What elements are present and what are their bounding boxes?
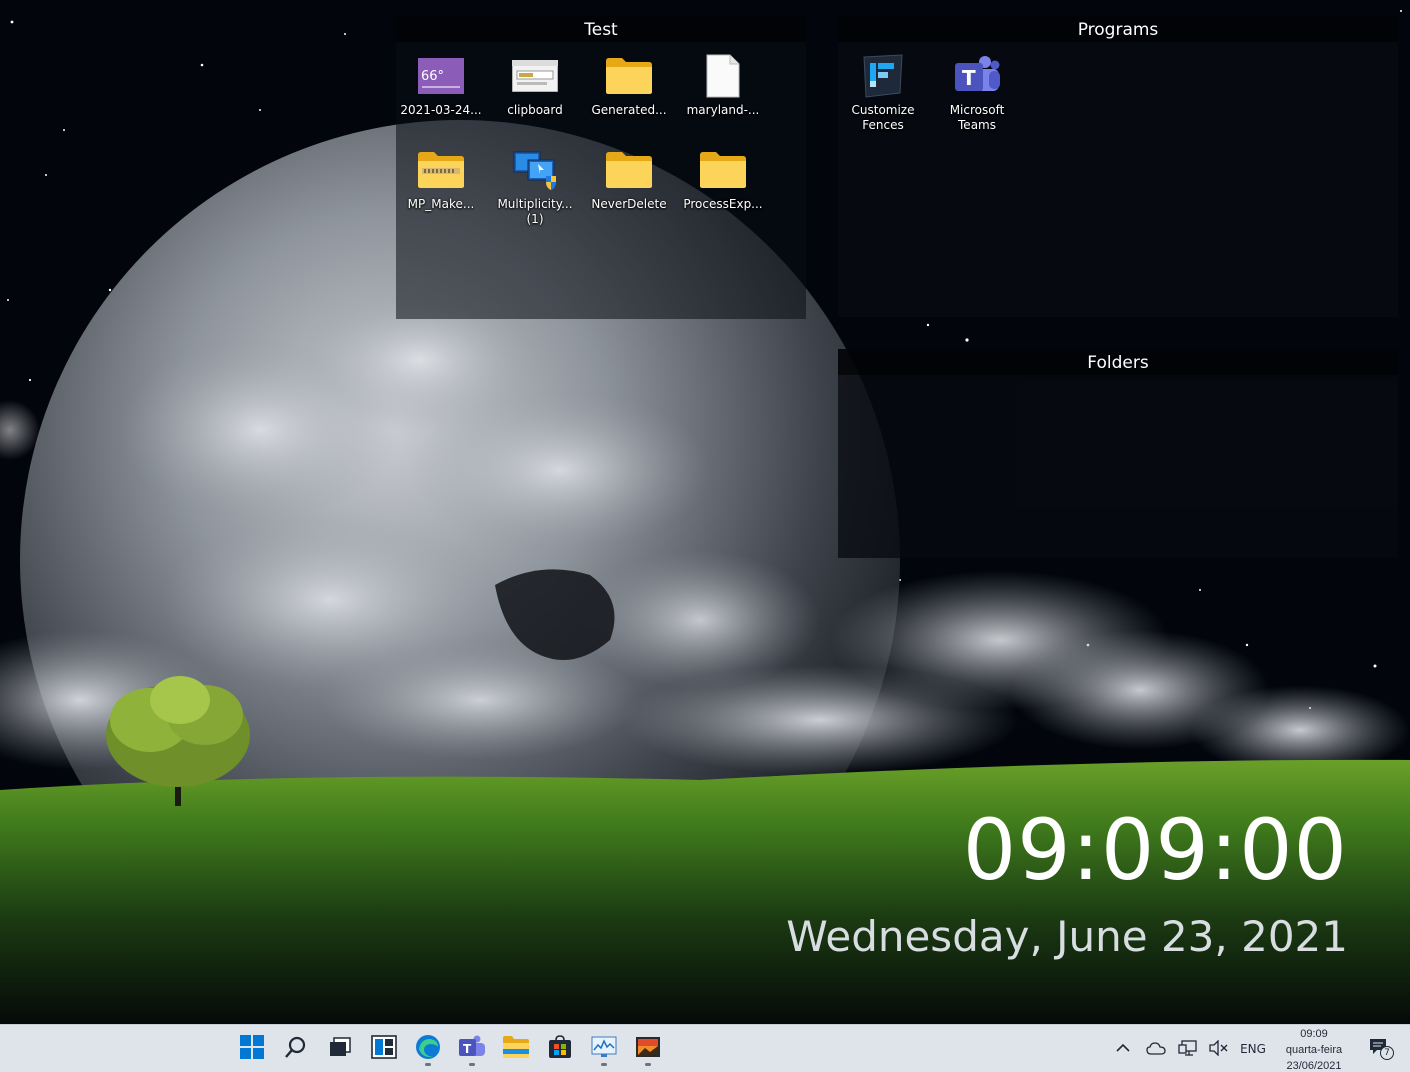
folder-icon: [699, 146, 747, 194]
network-icon: [1178, 1039, 1198, 1060]
notification-count-badge: 7: [1380, 1046, 1394, 1060]
edge-icon: [415, 1034, 441, 1064]
fence-title[interactable]: Programs: [838, 16, 1398, 42]
cloud-icon: [1146, 1041, 1166, 1058]
teams-icon: T: [458, 1034, 486, 1064]
multiplicity-installer-icon: [511, 146, 559, 194]
desktop-icon-microsoft-teams[interactable]: T Microsoft Teams: [934, 52, 1020, 133]
desktop-icon-label: Microsoft Teams: [949, 103, 1005, 132]
desktop-icon-label: 2021-03-24...: [400, 103, 482, 117]
desktop-icon-label: NeverDelete: [591, 197, 667, 211]
desktop-icon-label: ProcessExp...: [683, 197, 763, 211]
desktop-icon-mp-make[interactable]: MP_Make...: [398, 146, 484, 212]
folder-icon: [503, 1036, 529, 1062]
tray-day: quarta-feira: [1285, 1044, 1343, 1056]
blank-file-icon: [699, 52, 747, 100]
desktop-icon-label: MP_Make...: [407, 197, 475, 211]
photos-button[interactable]: [628, 1029, 668, 1069]
thumbnail-temp-text: 66°: [421, 69, 444, 84]
notification-icon: 7: [1368, 1036, 1394, 1060]
desktop-clock-time: 09:09:00: [962, 801, 1348, 899]
task-view-icon: [328, 1035, 352, 1063]
desktop-icon-maryland[interactable]: maryland-...: [680, 52, 766, 118]
widgets-button[interactable]: [364, 1029, 404, 1069]
teams-icon: T: [953, 52, 1001, 100]
search-icon: [284, 1035, 308, 1063]
search-button[interactable]: [276, 1029, 316, 1069]
fence-title[interactable]: Folders: [838, 349, 1398, 375]
store-button[interactable]: [540, 1029, 580, 1069]
edge-button[interactable]: [408, 1029, 448, 1069]
desktop-icon-customize-fences[interactable]: Customize Fences: [840, 52, 926, 133]
desktop-icon-processexp[interactable]: ProcessExp...: [680, 146, 766, 212]
svg-text:T: T: [463, 1042, 472, 1056]
desktop-icon-multiplicity[interactable]: Multiplicity... (1): [492, 146, 578, 227]
fence-folders[interactable]: Folders: [838, 349, 1398, 558]
desktop-icon-neverdelete[interactable]: NeverDelete: [586, 146, 672, 212]
running-indicator: [469, 1063, 475, 1066]
folder-icon: [605, 146, 653, 194]
desktop-icon-screenshot[interactable]: 66° 2021-03-24...: [398, 52, 484, 118]
desktop-icon-label: Generated...: [591, 103, 667, 117]
desktop-icon-generated[interactable]: Generated...: [586, 52, 672, 118]
screenshot-thumbnail-icon: 66°: [417, 52, 465, 100]
tray-time: 09:09: [1300, 1028, 1328, 1040]
fence-programs[interactable]: Programs Customize Fences T Microsoft Te…: [838, 16, 1398, 317]
tray-date: 23/06/2021: [1286, 1060, 1342, 1072]
network-tray-button[interactable]: [1176, 1037, 1200, 1061]
zip-folder-icon: [417, 146, 465, 194]
store-icon: [548, 1035, 572, 1063]
clipboard-app-icon: [511, 52, 559, 100]
desktop-icon-clipboard[interactable]: clipboard: [492, 52, 578, 118]
onedrive-tray-button[interactable]: [1144, 1037, 1168, 1061]
folder-icon: [605, 52, 653, 100]
running-indicator: [645, 1063, 651, 1066]
tray-clock[interactable]: 09:09 quarta-feira 23/06/2021: [1276, 1026, 1352, 1072]
teams-button[interactable]: T: [452, 1029, 492, 1069]
start-button[interactable]: [232, 1029, 272, 1069]
windows-logo-icon: [240, 1035, 264, 1063]
fences-app-icon: [859, 52, 907, 100]
file-explorer-button[interactable]: [496, 1029, 536, 1069]
photos-icon: [635, 1036, 661, 1062]
fence-test[interactable]: Test 66° 2021-03-24... clipboard Generat…: [396, 16, 806, 319]
task-view-button[interactable]: [320, 1029, 360, 1069]
input-language-button[interactable]: ENG: [1236, 1037, 1270, 1061]
monitor-chart-icon: [591, 1036, 617, 1062]
desktop-icon-label: clipboard: [507, 103, 563, 117]
taskbar: T ENG 09:09 quarta-feira 23/06/2021 7: [0, 1024, 1410, 1072]
desktop-clock-date: Wednesday, June 23, 2021: [786, 912, 1348, 961]
notification-center-button[interactable]: 7: [1364, 1035, 1394, 1060]
volume-muted-icon: [1208, 1038, 1228, 1059]
running-indicator: [425, 1063, 431, 1066]
resource-monitor-button[interactable]: [584, 1029, 624, 1069]
running-indicator: [601, 1063, 607, 1066]
show-hidden-icons-button[interactable]: [1112, 1037, 1134, 1061]
desktop-icon-label: Multiplicity... (1): [497, 197, 573, 226]
chevron-up-icon: [1116, 1042, 1130, 1056]
desktop-icon-label: Customize Fences: [851, 103, 915, 132]
widgets-icon: [371, 1035, 397, 1063]
fence-title[interactable]: Test: [396, 16, 806, 42]
svg-text:T: T: [962, 66, 976, 90]
desktop-icon-label: maryland-...: [686, 103, 760, 117]
volume-tray-button[interactable]: [1206, 1037, 1230, 1061]
